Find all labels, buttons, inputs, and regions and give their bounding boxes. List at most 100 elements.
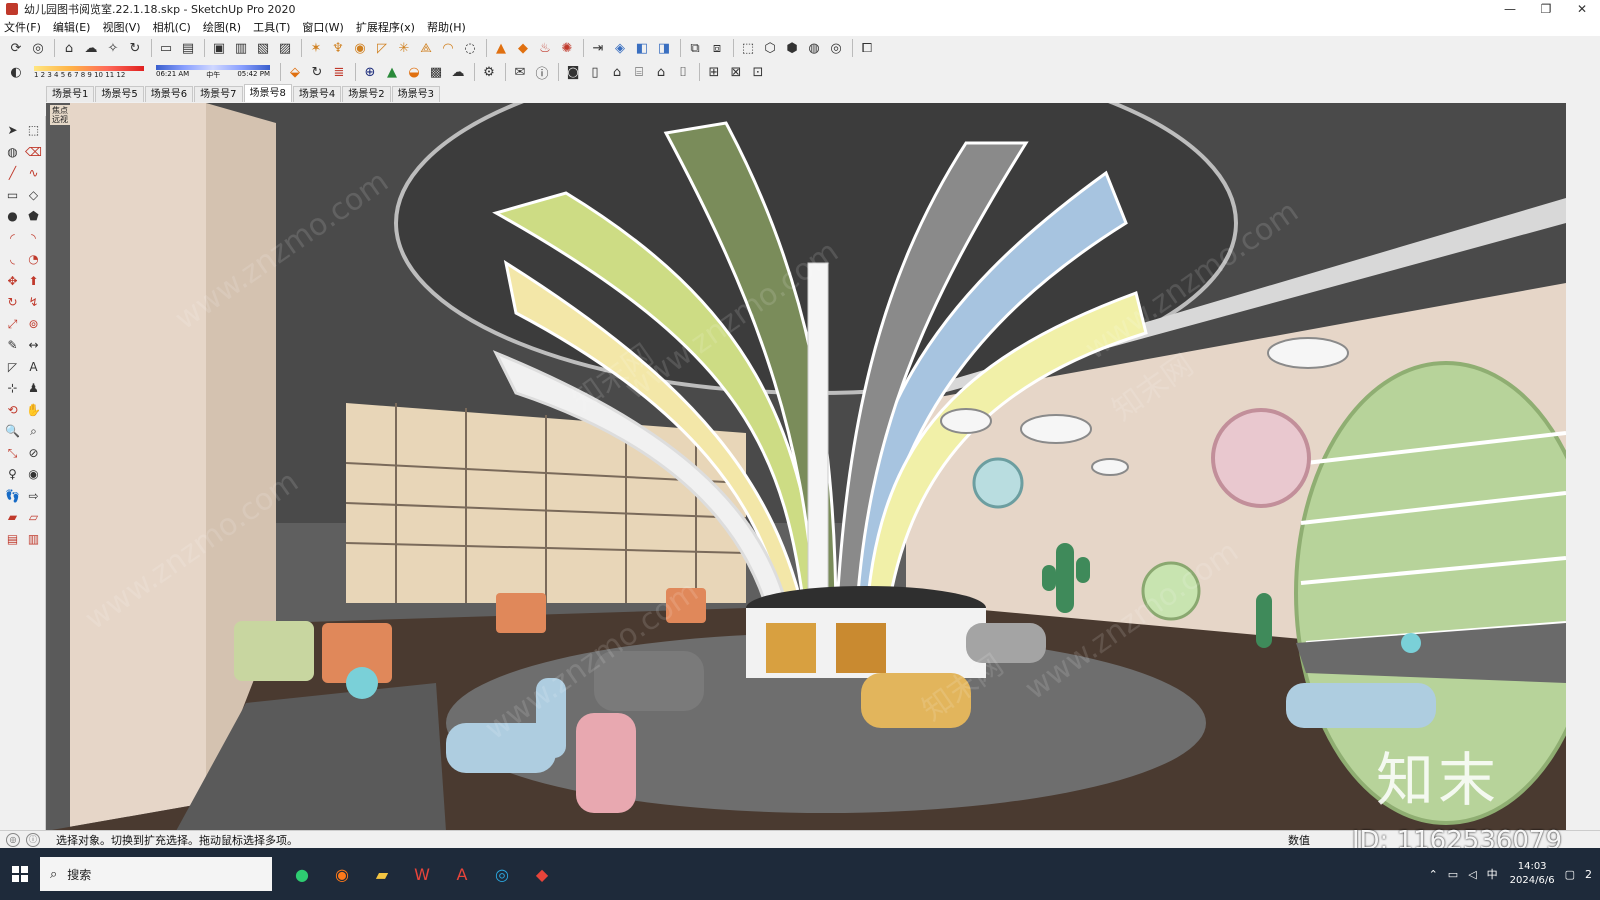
tray-chevron-icon[interactable]: ⌃	[1429, 868, 1438, 881]
cube-front-icon[interactable]: ◧	[632, 38, 652, 58]
shadow-time-slider[interactable]: 06:21 AM 中午 05:42 PM	[156, 64, 270, 80]
angle-icon[interactable]: ◸	[372, 38, 392, 58]
lamp-icon[interactable]: ♆	[328, 38, 348, 58]
move-icon[interactable]: ✥	[2, 271, 23, 293]
pan-icon[interactable]: ✋	[23, 400, 44, 422]
make-component-icon[interactable]: ⬚	[23, 120, 44, 142]
layers-icon[interactable]: ≣	[329, 62, 349, 82]
warehouse-icon[interactable]: ☁	[81, 38, 101, 58]
grid-icon[interactable]: ⊞	[704, 62, 724, 82]
scene-tab[interactable]: 场景号6	[144, 86, 194, 102]
push-pull-icon[interactable]: ⬆	[23, 271, 44, 293]
rotated-rectangle-icon[interactable]: ◇	[23, 185, 44, 207]
sunrise-icon[interactable]: ◒	[404, 62, 424, 82]
ring-icon[interactable]: ◌	[460, 38, 480, 58]
freehand-icon[interactable]: ∿	[23, 163, 44, 185]
share-model-icon[interactable]: ↻	[125, 38, 145, 58]
house-icon[interactable]: ⌂	[607, 62, 627, 82]
display-section-icon[interactable]: ▤	[178, 38, 198, 58]
rotate-icon[interactable]: ⟁	[416, 38, 436, 58]
terrain-icon[interactable]: ▲	[491, 38, 511, 58]
orbit-icon[interactable]: ⟲	[2, 400, 23, 422]
folder-icon[interactable]: ▰	[362, 857, 402, 891]
sun-icon[interactable]: ✳	[394, 38, 414, 58]
position-camera-icon[interactable]: ♀	[2, 464, 23, 486]
stamp-icon[interactable]: ▥	[23, 529, 44, 551]
arc-icon[interactable]: ◠	[438, 38, 458, 58]
layout-icon[interactable]: ▣	[209, 38, 229, 58]
axes-icon[interactable]: ⊹	[2, 378, 23, 400]
scene-tab[interactable]: 场景号5	[95, 86, 144, 102]
text-icon[interactable]: A	[23, 357, 44, 379]
geo-location-icon[interactable]: ◎	[6, 832, 20, 847]
reload-icon[interactable]: ↻	[307, 62, 327, 82]
scene-tab-active[interactable]: 场景号8	[243, 84, 292, 102]
look-around-icon[interactable]: ◉	[23, 464, 44, 486]
mail-icon[interactable]: ✉	[510, 62, 530, 82]
menu-draw[interactable]: 绘图(R)	[203, 19, 241, 35]
xray-icon[interactable]: ▧	[253, 38, 273, 58]
circle-icon[interactable]: ●	[2, 206, 23, 228]
scene-tab[interactable]: 场景号1	[46, 86, 95, 102]
back-view-icon[interactable]: ◎	[826, 38, 846, 58]
dimension-icon[interactable]: ↔	[23, 335, 44, 357]
zoom-window-icon[interactable]: ⌕	[23, 421, 44, 443]
right-view-icon[interactable]: ◍	[804, 38, 824, 58]
camera-icon[interactable]: ◙	[563, 62, 583, 82]
sketchup-icon[interactable]: ◆	[522, 857, 562, 891]
walk-icon[interactable]: 👣	[2, 486, 23, 508]
three-point-arc-icon[interactable]: ◟	[2, 249, 23, 271]
settings-icon[interactable]: ⚙	[479, 62, 499, 82]
clock[interactable]: 14:03 2024/6/6	[1510, 860, 1555, 888]
polygon-icon[interactable]: ⬟	[23, 206, 44, 228]
cloud-upload-icon[interactable]: ☁	[448, 62, 468, 82]
scene-tab[interactable]: 场景号3	[391, 86, 440, 102]
lock-icon[interactable]: ▨	[275, 38, 295, 58]
close-button[interactable]: ✕	[1564, 0, 1600, 18]
shadow-toggle-icon[interactable]: ◐	[6, 62, 26, 82]
scene-tab[interactable]: 场景号2	[342, 86, 391, 102]
edge-icon[interactable]: ◎	[482, 857, 522, 891]
model-info-icon[interactable]: ⧠	[857, 38, 877, 58]
pie-icon[interactable]: ◔	[23, 249, 44, 271]
previous-view-icon[interactable]: ⊘	[23, 443, 44, 465]
start-button[interactable]	[0, 857, 40, 891]
follow-me-icon[interactable]: ↯	[23, 292, 44, 314]
rotate-icon[interactable]: ↻	[2, 292, 23, 314]
credits-icon[interactable]: ⓘ	[26, 832, 40, 847]
fire-icon[interactable]: ♨	[535, 38, 555, 58]
sandbox-from-contours-icon[interactable]: ▰	[2, 507, 23, 529]
walk-icon[interactable]: ◎	[28, 38, 48, 58]
tile-icon[interactable]: ⊠	[726, 62, 746, 82]
menu-window[interactable]: 窗口(W)	[302, 19, 343, 35]
extension-warehouse-icon[interactable]: ✧	[103, 38, 123, 58]
top-view-icon[interactable]: ⬡	[760, 38, 780, 58]
roof-icon[interactable]: ⌂	[651, 62, 671, 82]
garage-icon[interactable]: ⌷	[673, 62, 693, 82]
pattern-icon[interactable]: ⊡	[748, 62, 768, 82]
scene-tab[interactable]: 场景号7	[194, 86, 243, 102]
sandbox-from-scratch-icon[interactable]: ▱	[23, 507, 44, 529]
checker-icon[interactable]: ▩	[426, 62, 446, 82]
paint-bucket-icon[interactable]: ◍	[2, 142, 23, 164]
add-circle-icon[interactable]: ⊕	[360, 62, 380, 82]
rectangle-icon[interactable]: ▭	[2, 185, 23, 207]
shadow-month-slider[interactable]: 1 2 3 4 5 6 7 8 9 10 11 12	[34, 64, 144, 80]
model-viewport[interactable]: 焦点 远视 www.znzmo.com www.znzmo.com www.zn…	[46, 103, 1566, 831]
menu-view[interactable]: 视图(V)	[102, 19, 140, 35]
eraser-icon[interactable]: ⌫	[23, 142, 44, 164]
group-icon[interactable]: ⧈	[707, 38, 727, 58]
taskbar-search[interactable]: ⌕ 搜索	[40, 857, 272, 891]
orbit-icon[interactable]: ⟳	[6, 38, 26, 58]
arc-icon[interactable]: ◜	[2, 228, 23, 250]
stack-icon[interactable]: ◆	[513, 38, 533, 58]
acrobat-icon[interactable]: A	[442, 857, 482, 891]
input-language[interactable]: 中	[1487, 866, 1498, 882]
wechat-icon[interactable]: ●	[282, 857, 322, 891]
volume-icon[interactable]: ◁	[1468, 868, 1476, 881]
wps-icon[interactable]: W	[402, 857, 442, 891]
menu-help[interactable]: 帮助(H)	[427, 19, 466, 35]
menu-extensions[interactable]: 扩展程序(x)	[356, 19, 415, 35]
smoove-icon[interactable]: ▤	[2, 529, 23, 551]
zoom-icon[interactable]: 🔍	[2, 421, 23, 443]
